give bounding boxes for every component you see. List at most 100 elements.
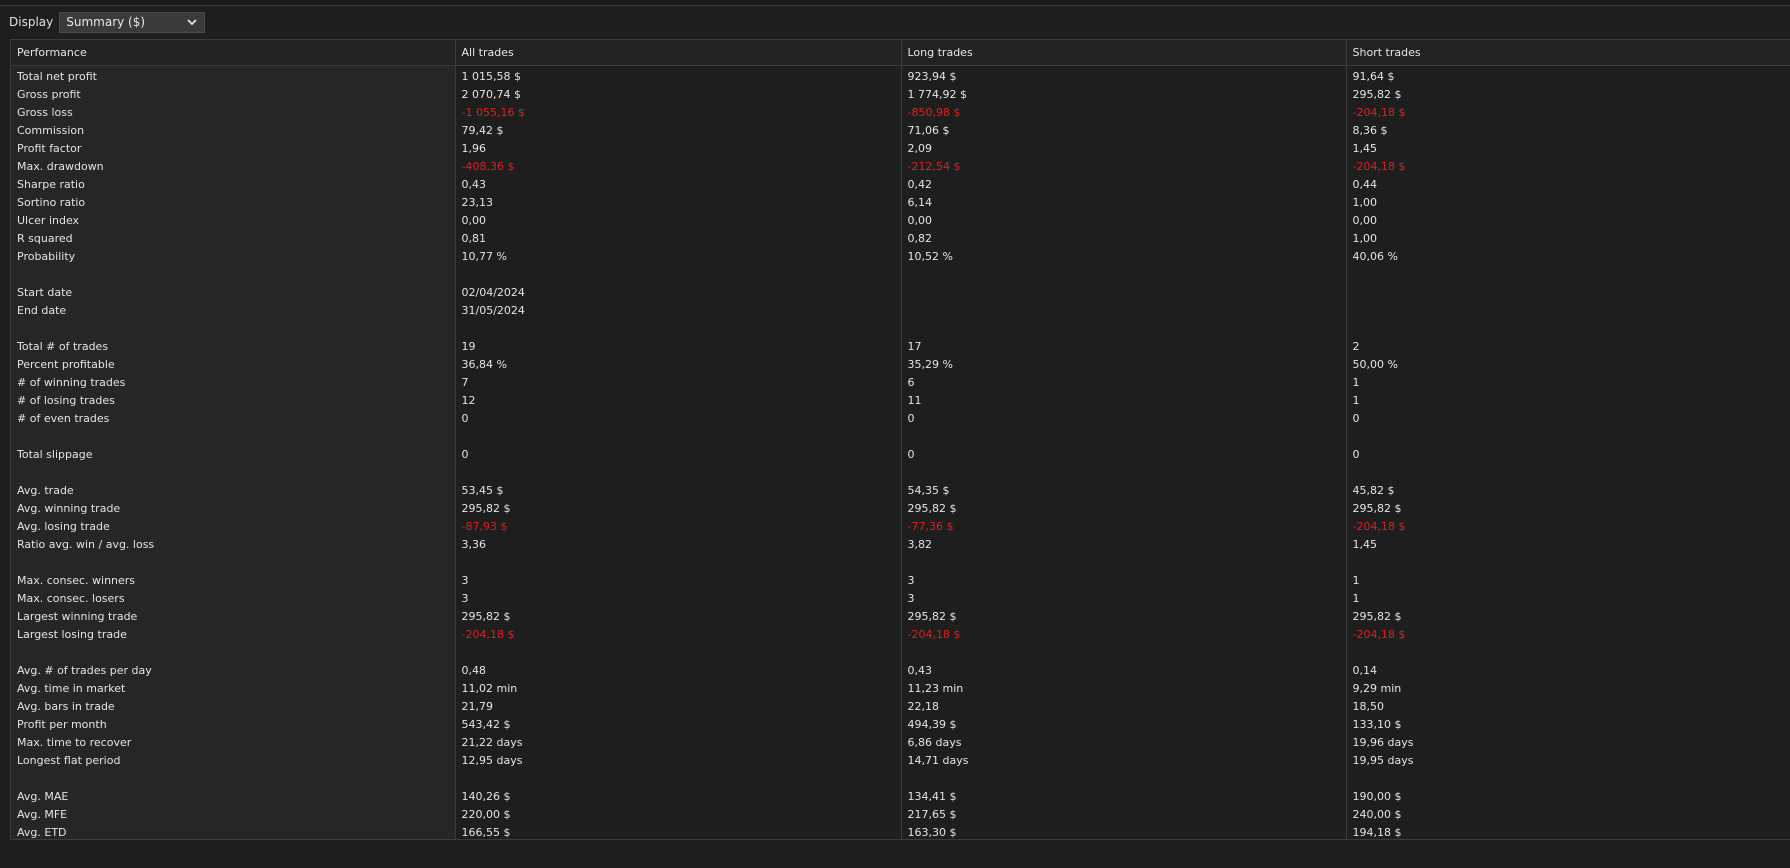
cell-long-trades: 295,82 $ bbox=[901, 499, 1347, 518]
cell-short-trades bbox=[1346, 643, 1790, 662]
table-row[interactable]: Avg. bars in trade 21,79 22,18 18,50 bbox=[11, 697, 1790, 716]
column-header-performance[interactable]: Performance bbox=[11, 40, 456, 66]
cell-all-trades: 36,84 % bbox=[455, 355, 902, 374]
cell-short-trades bbox=[1346, 553, 1790, 572]
cell-short-trades bbox=[1346, 319, 1790, 338]
table-row[interactable] bbox=[11, 265, 1790, 284]
table-row[interactable]: Sharpe ratio 0,43 0,42 0,44 bbox=[11, 175, 1790, 194]
cell-short-trades: 19,95 days bbox=[1346, 751, 1790, 770]
table-row[interactable]: Avg. MFE 220,00 $217,65 $240,00 $ bbox=[11, 805, 1790, 824]
row-label: Total # of trades bbox=[11, 337, 456, 356]
table-row[interactable]: Max. consec. losers 3 3 1 bbox=[11, 589, 1790, 608]
table-row[interactable]: Avg. time in market 11,02 min 11,23 min 9,2… bbox=[11, 679, 1790, 698]
table-row[interactable]: Max. time to recover 21,22 days 6,86 days 1… bbox=[11, 733, 1790, 752]
table-row[interactable]: Profit per month 543,42 $494,39 $133,10 $ bbox=[11, 715, 1790, 734]
table-row[interactable] bbox=[11, 319, 1790, 338]
table-row[interactable]: Avg. trade 53,45 $54,35 $45,82 $ bbox=[11, 481, 1790, 500]
row-label: Commission bbox=[11, 121, 456, 140]
row-label: Sharpe ratio bbox=[11, 175, 456, 194]
table-row[interactable]: Max. consec. winners 3 3 1 bbox=[11, 571, 1790, 590]
row-label bbox=[11, 769, 456, 788]
cell-all-trades: 31/05/2024 bbox=[455, 301, 902, 320]
cell-long-trades: 6,14 bbox=[901, 193, 1347, 212]
table-row[interactable]: Start date 02/04/2024 bbox=[11, 283, 1790, 302]
table-row[interactable]: Gross loss -1 055,16 $ -850,98 $ -204,18 $ bbox=[11, 103, 1790, 122]
table-row[interactable] bbox=[11, 463, 1790, 482]
cell-short-trades: 190,00 $ bbox=[1346, 787, 1790, 806]
table-row[interactable]: # of winning trades 7 6 1 bbox=[11, 373, 1790, 392]
table-row[interactable]: Ratio avg. win / avg. loss 3,36 3,82 1,45 bbox=[11, 535, 1790, 554]
cell-all-trades: -1 055,16 $ bbox=[455, 103, 902, 122]
row-label bbox=[11, 553, 456, 572]
table-row[interactable]: R squared 0,81 0,82 1,00 bbox=[11, 229, 1790, 248]
table-row[interactable] bbox=[11, 427, 1790, 446]
table-row[interactable]: Total slippage 0 0 0 bbox=[11, 445, 1790, 464]
table-row[interactable]: # of losing trades 12 11 1 bbox=[11, 391, 1790, 410]
table-row[interactable]: Max. drawdown -408,36 $ -212,54 $ -204,18 $ bbox=[11, 157, 1790, 176]
cell-all-trades: 53,45 $ bbox=[455, 481, 902, 500]
table-row[interactable]: # of even trades 0 0 0 bbox=[11, 409, 1790, 428]
cell-all-trades: 23,13 bbox=[455, 193, 902, 212]
cell-short-trades: 194,18 $ bbox=[1346, 823, 1790, 839]
cell-short-trades: 0,14 bbox=[1346, 661, 1790, 680]
row-label: Start date bbox=[11, 283, 456, 302]
cell-short-trades bbox=[1346, 265, 1790, 284]
cell-long-trades bbox=[901, 283, 1347, 302]
cell-short-trades: 2 bbox=[1346, 337, 1790, 356]
table-row[interactable]: Probability 10,77 % 10,52 % 40,06 % bbox=[11, 247, 1790, 266]
table-row[interactable]: Gross profit 2 070,74 $1 774,92 $295,82 $ bbox=[11, 85, 1790, 104]
table-row[interactable]: Ulcer index 0,00 0,00 0,00 bbox=[11, 211, 1790, 230]
table-row[interactable]: Avg. MAE 140,26 $134,41 $190,00 $ bbox=[11, 787, 1790, 806]
cell-short-trades: 1 bbox=[1346, 373, 1790, 392]
header-row: Performance All trades Long trades Short… bbox=[11, 40, 1790, 66]
table-row[interactable]: Avg. # of trades per day 0,48 0,43 0,14 bbox=[11, 661, 1790, 680]
column-header-all-trades[interactable]: All trades bbox=[455, 40, 902, 66]
table-row[interactable]: Avg. losing trade -87,93 $ -77,36 $ -204,18… bbox=[11, 517, 1790, 536]
row-label bbox=[11, 427, 456, 446]
cell-short-trades: -204,18 $ bbox=[1346, 517, 1790, 536]
table-row[interactable]: Longest flat period 12,95 days 14,71 days 1… bbox=[11, 751, 1790, 770]
table-row[interactable]: Largest winning trade 295,82 $295,82 $295… bbox=[11, 607, 1790, 626]
cell-short-trades: 0,00 bbox=[1346, 211, 1790, 230]
cell-all-trades bbox=[455, 553, 902, 572]
cell-long-trades: -212,54 $ bbox=[901, 157, 1347, 176]
column-header-short-trades[interactable]: Short trades bbox=[1346, 40, 1790, 66]
cell-long-trades: 923,94 $ bbox=[901, 65, 1347, 86]
row-label: Avg. # of trades per day bbox=[11, 661, 456, 680]
cell-long-trades: 0,00 bbox=[901, 211, 1347, 230]
row-label: Max. consec. losers bbox=[11, 589, 456, 608]
cell-all-trades: 11,02 min bbox=[455, 679, 902, 698]
cell-short-trades: 1,00 bbox=[1346, 229, 1790, 248]
table-row[interactable]: Profit factor 1,96 2,09 1,45 bbox=[11, 139, 1790, 158]
table-row[interactable]: Commission 79,42 $71,06 $8,36 $ bbox=[11, 121, 1790, 140]
column-header-long-trades[interactable]: Long trades bbox=[901, 40, 1347, 66]
row-label: Avg. bars in trade bbox=[11, 697, 456, 716]
table-row[interactable]: Largest losing trade -204,18 $ -204,18 $ -2… bbox=[11, 625, 1790, 644]
cell-long-trades: 3 bbox=[901, 571, 1347, 590]
display-mode-dropdown[interactable]: Summary ($) bbox=[59, 11, 206, 33]
performance-grid[interactable]: Performance All trades Long trades Short… bbox=[10, 39, 1790, 840]
table-row[interactable]: Total # of trades 19 17 2 bbox=[11, 337, 1790, 356]
cell-long-trades: 54,35 $ bbox=[901, 481, 1347, 500]
cell-all-trades: -204,18 $ bbox=[455, 625, 902, 644]
row-label bbox=[11, 463, 456, 482]
cell-long-trades: 10,52 % bbox=[901, 247, 1347, 266]
cell-all-trades: 1 015,58 $ bbox=[455, 65, 902, 86]
cell-all-trades: 7 bbox=[455, 373, 902, 392]
table-row[interactable]: Total net profit 1 015,58 $923,94 $91,64 … bbox=[11, 65, 1790, 86]
cell-all-trades: 1,96 bbox=[455, 139, 902, 158]
cell-long-trades bbox=[901, 301, 1347, 320]
table-row[interactable]: Avg. winning trade 295,82 $295,82 $295,82… bbox=[11, 499, 1790, 518]
table-row[interactable] bbox=[11, 643, 1790, 662]
cell-all-trades: 295,82 $ bbox=[455, 499, 902, 518]
cell-long-trades bbox=[901, 553, 1347, 572]
table-row[interactable]: Avg. ETD 166,55 $163,30 $194,18 $ bbox=[11, 823, 1790, 839]
row-label bbox=[11, 319, 456, 338]
table-row[interactable]: Percent profitable 36,84 % 35,29 % 50,00 % bbox=[11, 355, 1790, 374]
table-row[interactable] bbox=[11, 553, 1790, 572]
table-row[interactable]: End date 31/05/2024 bbox=[11, 301, 1790, 320]
cell-short-trades: 1,45 bbox=[1346, 139, 1790, 158]
table-row[interactable] bbox=[11, 769, 1790, 788]
table-row[interactable]: Sortino ratio 23,13 6,14 1,00 bbox=[11, 193, 1790, 212]
table-body: Total net profit 1 015,58 $923,94 $91,64 … bbox=[11, 65, 1790, 839]
